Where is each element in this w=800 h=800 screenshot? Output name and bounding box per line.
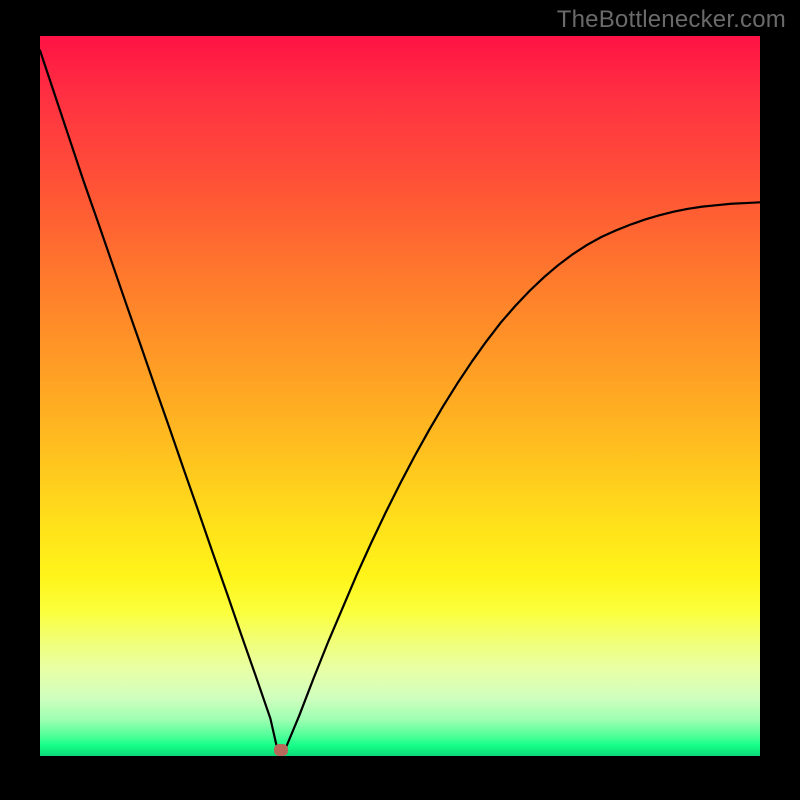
optimal-point-marker [274, 744, 288, 756]
bottleneck-curve [40, 36, 760, 756]
chart-container: TheBottlenecker.com [0, 0, 800, 800]
attribution-watermark: TheBottlenecker.com [557, 6, 786, 34]
curve-line [40, 50, 760, 750]
plot-area [40, 36, 760, 756]
